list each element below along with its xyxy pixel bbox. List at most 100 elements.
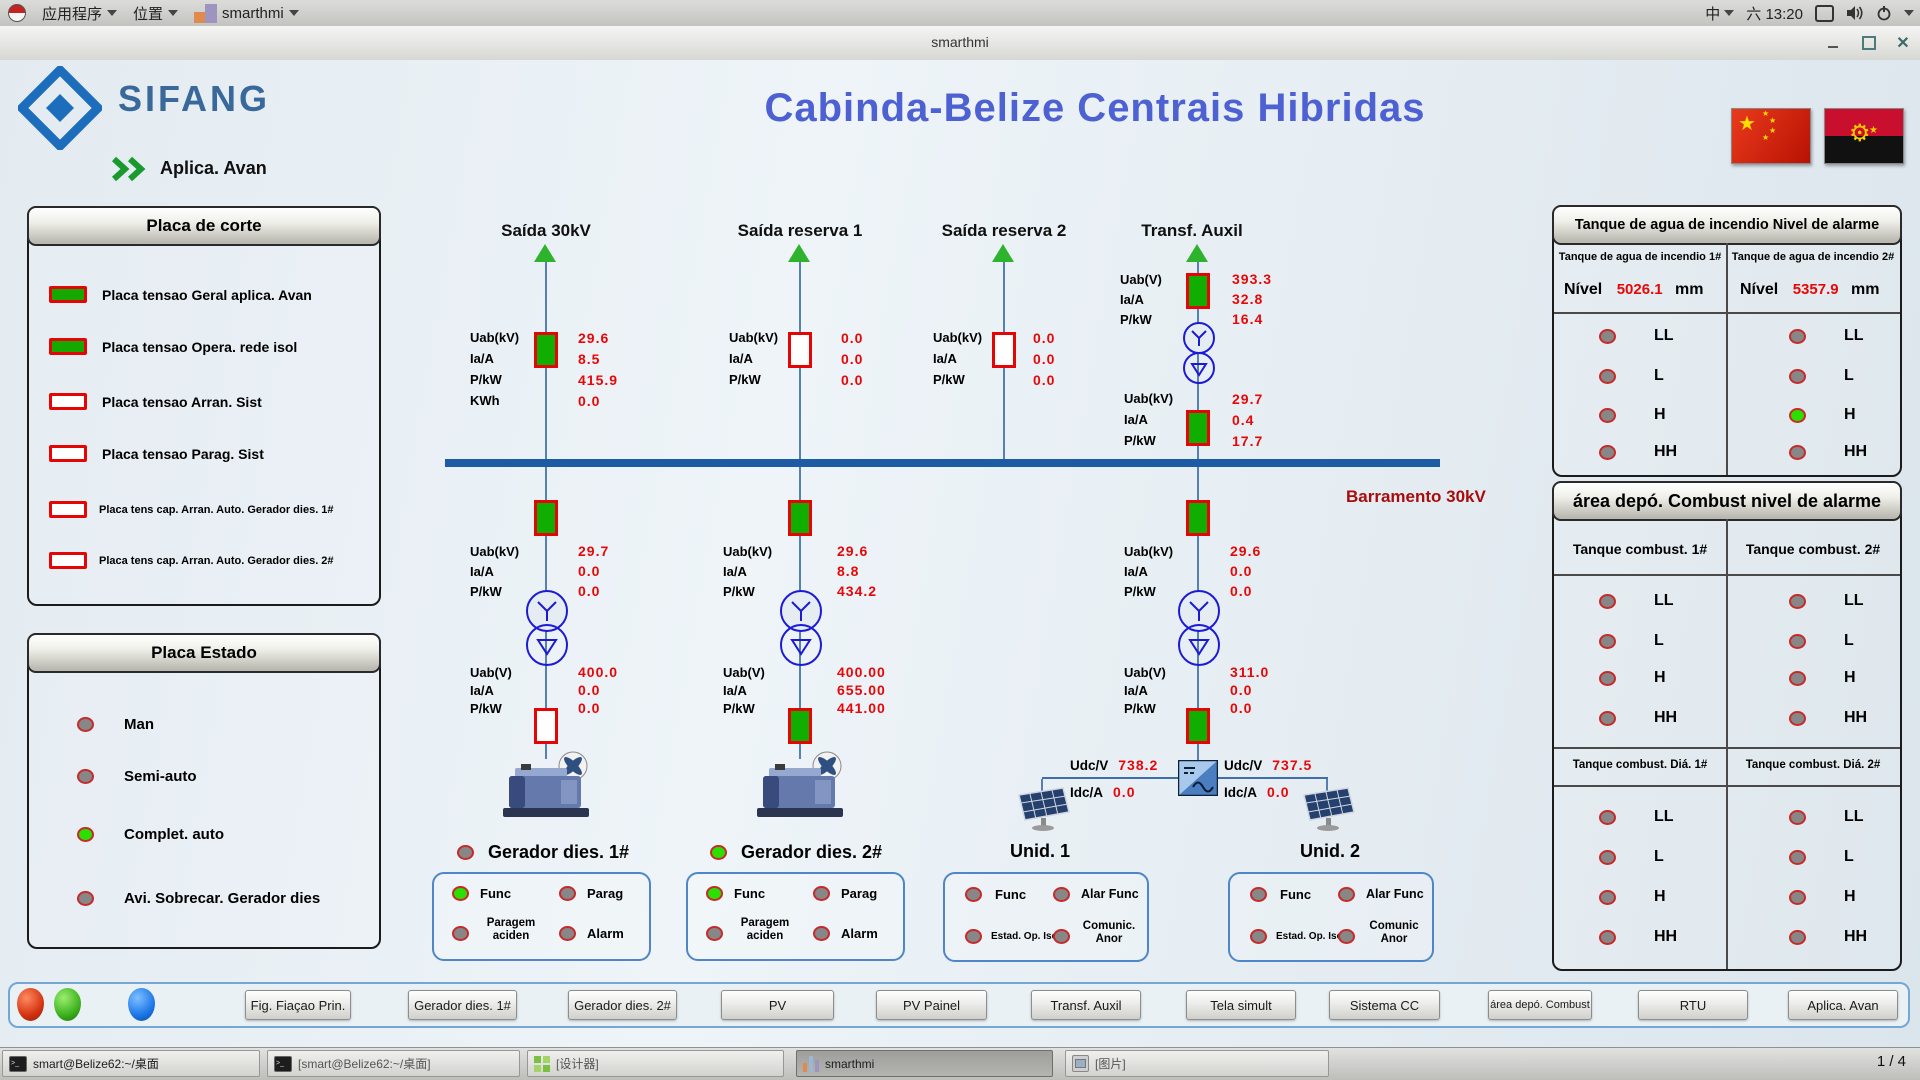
status-led — [452, 886, 469, 901]
measure-value: 738.2 — [1118, 757, 1158, 773]
nav-button-area-depo-combust[interactable]: área depó. Combust — [1488, 990, 1592, 1020]
measure-value: 0.0 — [578, 682, 618, 698]
placa-item: Placa tensao Opera. rede isol — [49, 338, 297, 355]
measure-value: 0.0 — [578, 393, 618, 409]
pv-branch-line — [1218, 777, 1328, 779]
arrow-up-icon — [992, 244, 1014, 262]
close-button[interactable]: ✕ — [1894, 34, 1912, 52]
transformer-icon — [524, 590, 570, 668]
generator-label: Gerador dies. 1# — [488, 842, 629, 863]
status-led — [77, 891, 94, 906]
alarm-led — [1789, 594, 1806, 609]
menu-applications[interactable]: 应用程序 — [34, 0, 125, 26]
nivel-unit: mm — [1851, 281, 1879, 298]
maximize-button[interactable] — [1860, 34, 1878, 52]
measure-value: 16.4 — [1232, 311, 1272, 327]
breaker-gen2-bus[interactable] — [788, 500, 812, 536]
level-label: L — [1654, 632, 1664, 650]
flag-china-icon: ★ ★ ★ ★ ★ — [1731, 108, 1811, 164]
input-method-switcher[interactable]: 中 — [1705, 3, 1734, 24]
breaker-reserva1[interactable] — [788, 332, 812, 368]
taskbar-item-designer[interactable]: [设计器] — [527, 1050, 784, 1077]
breaker-gen1-lv[interactable] — [534, 708, 558, 744]
estado-item-label: Man — [124, 716, 154, 733]
breaker-gen2-lv[interactable] — [788, 708, 812, 744]
apps-logo-icon — [8, 4, 26, 22]
panel-combust-title: área depó. Combust nivel de alarme — [1552, 481, 1902, 521]
distro-menu-icon[interactable] — [0, 0, 34, 26]
nav-button-gerador-dies-1[interactable]: Gerador dies. 1# — [408, 990, 517, 1020]
status-led — [77, 827, 94, 842]
estado-item: Man — [77, 716, 154, 733]
workspace-pager[interactable]: 1 / 4 — [1877, 1053, 1906, 1070]
dropdown-caret-icon — [289, 10, 299, 16]
measure-label: Ia/A — [470, 351, 578, 366]
breaker-gen1-bus[interactable] — [534, 500, 558, 536]
measure-label: Ia/A — [723, 564, 837, 579]
speaker-icon[interactable] — [1846, 5, 1864, 21]
menu-places[interactable]: 位置 — [125, 0, 186, 26]
dc-measure: Idc/A 0.0 — [1070, 784, 1135, 800]
nav-button-fig-fiacao-prin[interactable]: Fig. Fiaçao Prin. — [245, 990, 351, 1020]
estado-item-label: Semi-auto — [124, 768, 197, 785]
panel-placa-estado-title: Placa Estado — [27, 633, 381, 673]
nivel-value: 5026.1 — [1617, 281, 1663, 298]
measure-value: 441.00 — [837, 700, 886, 716]
placa-item-label: Placa tens cap. Arran. Auto. Gerador die… — [99, 504, 334, 516]
nav-button-pv-painel[interactable]: PV Painel — [876, 990, 987, 1020]
logo-text: SIFANG — [118, 78, 270, 120]
feeder-title-saida-30kv: Saída 30kV — [501, 221, 591, 241]
level-label: LL — [1654, 327, 1674, 345]
nav-button-tela-simult[interactable]: Tela simult — [1186, 990, 1296, 1020]
breaker-saida30[interactable] — [534, 332, 558, 368]
measure-label: Ia/A — [470, 683, 578, 698]
window-title: smarthmi — [0, 34, 1920, 50]
status-led — [965, 929, 982, 944]
alarm-led — [1599, 930, 1616, 945]
alarm-led — [1599, 408, 1616, 423]
generator-label: Gerador dies. 2# — [741, 842, 882, 863]
status-led — [77, 769, 94, 784]
pv-unit1-status-box: Func Alar Func Estad. Op. Isol Comunic. … — [943, 872, 1149, 962]
level-label: LL — [1844, 592, 1864, 610]
taskbar-item-image-viewer[interactable]: [图片] — [1065, 1050, 1329, 1077]
generator-run-led — [710, 845, 727, 860]
measure-value: 0.0 — [1033, 330, 1055, 346]
screen: 应用程序 位置 smarthmi 中 六 13:20 — [0, 0, 1920, 1080]
status-led — [1053, 887, 1070, 902]
alarm-led — [1599, 671, 1616, 686]
measure-value: 400.0 — [578, 664, 618, 680]
status-led — [706, 886, 723, 901]
level-label: L — [1654, 367, 1664, 385]
nav-button-gerador-dies-2[interactable]: Gerador dies. 2# — [568, 990, 677, 1020]
alarm-led — [1789, 850, 1806, 865]
level-label: L — [1844, 848, 1854, 866]
minimize-button[interactable] — [1824, 34, 1842, 52]
double-chevron-icon — [110, 156, 148, 182]
nav-button-rtu[interactable]: RTU — [1638, 990, 1748, 1020]
arrow-up-icon — [1186, 244, 1208, 262]
arrow-up-icon — [534, 244, 556, 262]
nav-button-sistema-cc[interactable]: Sistema CC — [1329, 990, 1440, 1020]
measure-label: Ia/A — [1124, 683, 1230, 698]
taskbar-item-smarthmi[interactable]: smarthmi — [796, 1050, 1053, 1077]
level-label: H — [1654, 669, 1666, 687]
menu-smarthmi[interactable]: smarthmi — [186, 0, 307, 26]
breaker-transf-mid[interactable] — [1186, 410, 1210, 446]
nav-button-aplica-avan[interactable]: Aplica. Avan — [1788, 990, 1898, 1020]
nav-button-pv[interactable]: PV — [721, 990, 834, 1020]
nav-button-transf-auxil[interactable]: Transf. Auxil — [1031, 990, 1141, 1020]
breaker-reserva2[interactable] — [992, 332, 1016, 368]
breaker-pv-lv[interactable] — [1186, 708, 1210, 744]
taskbar-item-terminal-1[interactable]: >_ smart@Belize62:~/桌面 — [2, 1050, 260, 1077]
measure-label: P/kW — [470, 372, 578, 387]
measure-value: 0.0 — [841, 330, 863, 346]
taskbar-item-terminal-2[interactable]: >_ [smart@Belize62:~/桌面] — [267, 1050, 520, 1077]
nivel-label: Nível — [1740, 281, 1778, 298]
breaker-transf-top[interactable] — [1186, 273, 1210, 309]
clock[interactable]: 六 13:20 — [1746, 3, 1803, 24]
breaker-pv-bus[interactable] — [1186, 500, 1210, 536]
feeder-title-saida-reserva-1: Saída reserva 1 — [738, 221, 863, 241]
power-icon[interactable] — [1876, 5, 1892, 21]
notification-icon[interactable] — [1815, 5, 1834, 22]
